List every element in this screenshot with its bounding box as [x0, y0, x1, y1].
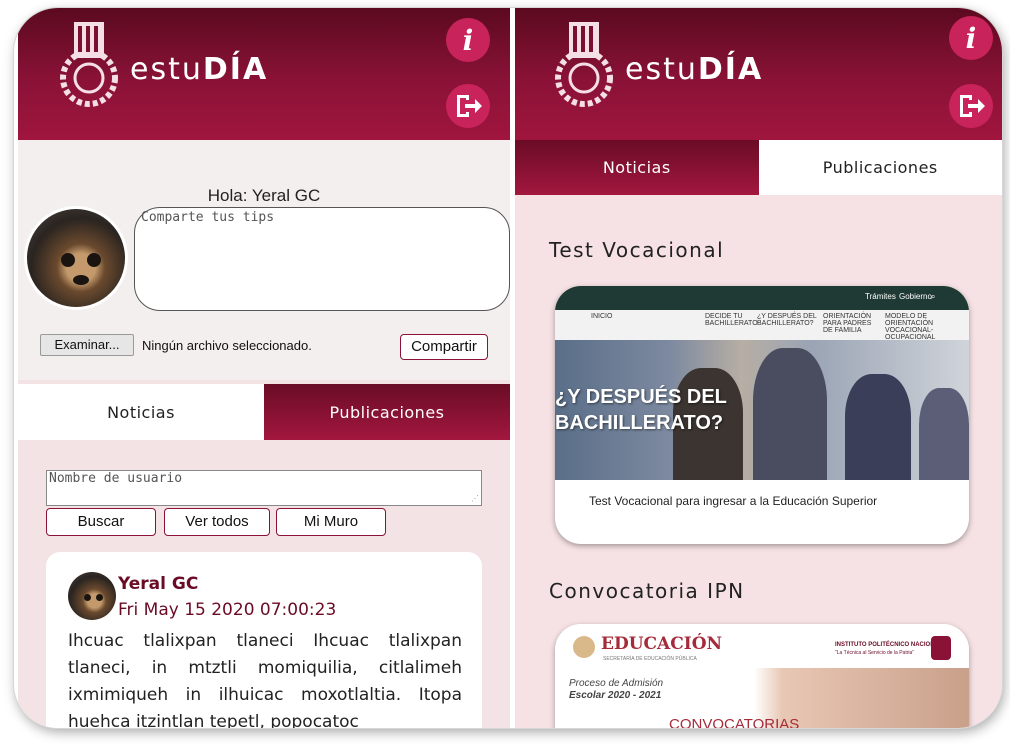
search-button[interactable]: Buscar [46, 508, 156, 536]
logout-icon[interactable] [949, 84, 993, 128]
ipn-logo [555, 22, 613, 107]
tab-noticias[interactable]: Noticias [18, 384, 264, 440]
logout-icon[interactable] [446, 84, 490, 128]
ipn-logo [60, 22, 118, 107]
share-button[interactable]: Compartir [400, 334, 488, 360]
right-screen: estuDÍA i Noticias Publicaciones Test Vo… [515, 8, 1002, 728]
resize-grip-icon[interactable]: ⋰ [471, 494, 479, 503]
section-title: Test Vocacional [549, 238, 725, 262]
post-author[interactable]: Yeral GC [118, 574, 198, 594]
site-top-bar: Trámites Gobierno ⌕ [555, 286, 969, 310]
tab-publicaciones[interactable]: Publicaciones [264, 384, 510, 440]
news-card-test-vocacional[interactable]: Trámites Gobierno ⌕ INICIO DECIDE TU BAC… [555, 286, 969, 544]
post-avatar [66, 570, 118, 622]
post-card: Yeral GC Fri May 15 2020 07:00:23 Ihcuac… [46, 552, 482, 728]
info-icon[interactable]: i [949, 16, 993, 60]
news-caption: Test Vocacional para ingresar a la Educa… [589, 494, 878, 508]
tab-bar: Noticias Publicaciones [18, 384, 510, 440]
post-date: Fri May 15 2020 07:00:23 [118, 600, 337, 620]
seal-icon [573, 636, 595, 658]
greeting-text: Hola: Yeral GC [207, 186, 321, 205]
file-status: Ningún archivo seleccionado. [142, 338, 312, 353]
my-wall-button[interactable]: Mi Muro [276, 508, 386, 536]
news-card-convocatoria-ipn[interactable]: EDUCACIÓN SECRETARÍA DE EDUCACIÓN PÚBLIC… [555, 624, 969, 728]
tips-textarea[interactable]: Comparte tus tips [134, 207, 510, 311]
section-title: Convocatoria IPN [549, 579, 745, 603]
tab-publicaciones[interactable]: Publicaciones [758, 140, 1002, 195]
left-screen: estuDÍA i Hola: Yeral GC Comparte tus ti… [18, 8, 510, 728]
username-search-input[interactable]: Nombre de usuario ⋰ [46, 470, 482, 506]
app-header: estuDÍA i [18, 8, 510, 140]
avatar [24, 206, 128, 310]
brand-title: estuDÍA [130, 52, 269, 87]
ipn-emblem-icon [931, 636, 951, 660]
news-image: ¿Y DESPUÉS DEL BACHILLERATO? [555, 340, 969, 480]
screens-frame: estuDÍA i Hola: Yeral GC Comparte tus ti… [14, 8, 1002, 728]
browse-file-button[interactable]: Examinar... [40, 334, 134, 356]
info-icon[interactable]: i [446, 18, 490, 62]
view-all-button[interactable]: Ver todos [164, 508, 270, 536]
search-icon: ⌕ [931, 292, 936, 301]
tab-bar: Noticias Publicaciones [515, 140, 1002, 195]
tab-noticias[interactable]: Noticias [515, 140, 759, 195]
site-nav: INICIO DECIDE TU BACHILLERATO ¿Y DESPUÉS… [555, 310, 969, 341]
hero-headline: ¿Y DESPUÉS DEL BACHILLERATO? [555, 386, 727, 434]
post-body: Ihcuac tlalixpan tlaneci Ihcuac tlalixpa… [68, 631, 462, 728]
app-header: estuDÍA i [515, 8, 1002, 140]
brand-title: estuDÍA [625, 52, 764, 87]
